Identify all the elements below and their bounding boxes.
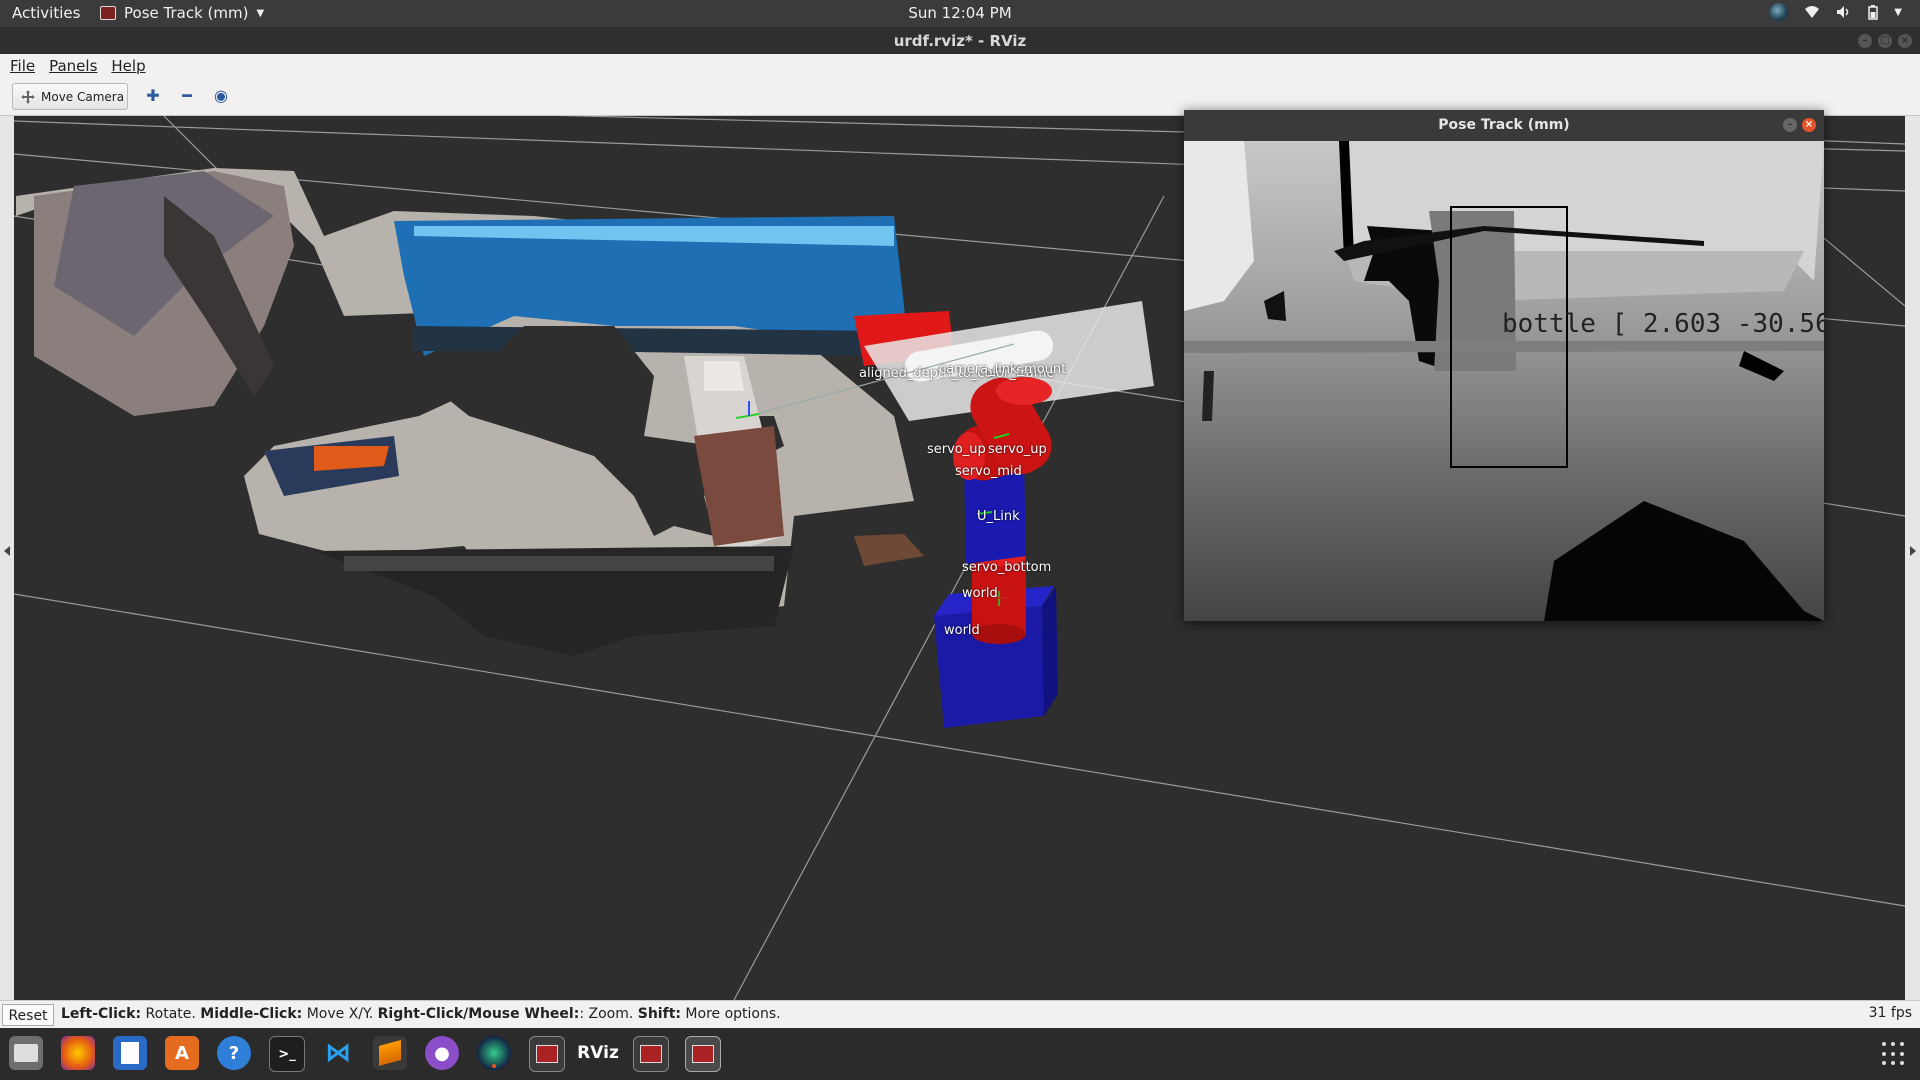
taskbar-dock: A ? >_ ⋈ ● RViz	[0, 1028, 1920, 1080]
minimize-icon[interactable]: –	[1783, 118, 1797, 132]
menu-file[interactable]: File	[10, 57, 35, 75]
menu-help[interactable]: Help	[111, 57, 145, 75]
system-tray[interactable]: ▼	[1770, 3, 1902, 21]
eye-icon[interactable]: ◉	[210, 86, 232, 106]
robot-arm-model	[934, 377, 1058, 728]
help-key-shift: Shift:	[637, 1006, 681, 1022]
globe-icon[interactable]	[1770, 3, 1789, 21]
sublime-icon[interactable]	[373, 1036, 407, 1070]
tf-label-servo-mid: servo_mid	[955, 464, 1022, 479]
text-editor-icon[interactable]	[113, 1036, 147, 1070]
firefox-icon[interactable]	[61, 1036, 95, 1070]
terminal-icon[interactable]: >_	[269, 1036, 305, 1072]
show-applications-icon[interactable]	[1882, 1042, 1906, 1066]
maximize-icon[interactable]: □	[1878, 34, 1892, 48]
menu-panels[interactable]: Panels	[49, 57, 97, 75]
rviz-window-icon-3[interactable]	[685, 1036, 721, 1072]
app-menu[interactable]: Pose Track (mm) ▼	[100, 4, 264, 22]
help-desc-right-click: : Zoom.	[579, 1006, 638, 1022]
rviz-window-icon[interactable]	[529, 1036, 565, 1072]
rviz-window-icon-2[interactable]	[633, 1036, 669, 1072]
minimize-icon[interactable]: –	[1858, 34, 1872, 48]
pose-window-titlebar[interactable]: Pose Track (mm) – ×	[1184, 110, 1824, 141]
clock[interactable]: Sun 12:04 PM	[908, 4, 1011, 22]
tf-label-servo-up: servo_up	[927, 442, 986, 457]
help-desc-left-click: Rotate.	[141, 1006, 201, 1022]
window-title: urdf.rviz* - RViz	[893, 32, 1027, 50]
vscode-icon[interactable]: ⋈	[321, 1036, 355, 1070]
move-arrows-icon	[21, 89, 35, 104]
tf-label-u-link: U_Link	[977, 509, 1020, 524]
power-menu-chevron-icon[interactable]: ▼	[1894, 7, 1902, 18]
tf-label-servo-bottom: servo_bottom	[962, 560, 1052, 575]
activities-button[interactable]: Activities	[12, 4, 80, 22]
fps-counter: 31 fps	[1868, 1005, 1912, 1021]
volume-icon[interactable]	[1836, 5, 1852, 19]
app-window-icon	[100, 6, 116, 20]
close-icon[interactable]: ×	[1802, 118, 1816, 132]
camera-app-icon[interactable]	[477, 1036, 511, 1070]
left-panel-handle[interactable]	[0, 116, 14, 1000]
help-desc-shift: More options.	[680, 1006, 781, 1022]
depth-image: bottle [ 2.603 -30.56	[1184, 141, 1824, 621]
chevron-down-icon: ▼	[256, 7, 265, 19]
help-key-middle-click: Middle-Click:	[200, 1006, 303, 1022]
move-camera-button[interactable]: Move Camera	[12, 83, 128, 110]
github-icon[interactable]: ●	[425, 1036, 459, 1070]
tf-label-servo-up-right: servo_up	[988, 442, 1047, 457]
expand-left-icon[interactable]	[4, 546, 10, 556]
clock-container: Sun 12:04 PM	[0, 4, 1920, 22]
gnome-top-bar: Activities Pose Track (mm) ▼ Sun 12:04 P…	[0, 0, 1920, 27]
help-key-right-click: Right-Click/Mouse Wheel:	[377, 1006, 580, 1022]
help-key-left-click: Left-Click:	[61, 1006, 142, 1022]
detection-label: bottle [ 2.603 -30.56	[1502, 309, 1824, 339]
pose-window-title: Pose Track (mm)	[1438, 117, 1570, 133]
wifi-icon[interactable]	[1804, 5, 1820, 19]
app-menu-label: Pose Track (mm)	[124, 4, 249, 22]
tf-label-world: world	[962, 586, 998, 601]
status-help-text: Left-Click: Rotate. Middle-Click: Move X…	[61, 1006, 781, 1022]
rviz-icon[interactable]: RViz	[577, 1036, 619, 1070]
window-buttons: – □ ×	[1858, 34, 1912, 48]
tf-label-world-base: world	[944, 623, 980, 638]
interact-plus-icon[interactable]: ✚	[142, 86, 164, 106]
menu-bar: File Panels Help	[0, 54, 1920, 78]
depth-image-svg: bottle [ 2.603 -30.56	[1184, 141, 1824, 621]
point-cloud	[16, 168, 954, 656]
close-icon[interactable]: ×	[1898, 34, 1912, 48]
move-camera-label: Move Camera	[41, 89, 125, 104]
reset-button[interactable]: Reset	[2, 1004, 54, 1026]
tf-label-camera-mount: camera_link_mount	[939, 362, 1067, 377]
battery-icon[interactable]	[1868, 4, 1879, 20]
zoom-minus-icon[interactable]: ━	[176, 86, 198, 106]
expand-right-icon[interactable]	[1910, 546, 1916, 556]
right-panel-handle[interactable]	[1905, 116, 1920, 1000]
pose-window-buttons: – ×	[1783, 118, 1816, 132]
status-bar: Reset Left-Click: Rotate. Middle-Click: …	[0, 1000, 1920, 1028]
files-icon[interactable]	[9, 1036, 43, 1070]
help-icon[interactable]: ?	[217, 1036, 251, 1070]
help-desc-middle-click: Move X/Y.	[302, 1006, 378, 1022]
window-titlebar[interactable]: urdf.rviz* - RViz – □ ×	[0, 27, 1920, 54]
software-center-icon[interactable]: A	[165, 1036, 199, 1070]
pose-track-window[interactable]: Pose Track (mm) – × bottle [2.603 -30.5…	[1184, 110, 1824, 621]
